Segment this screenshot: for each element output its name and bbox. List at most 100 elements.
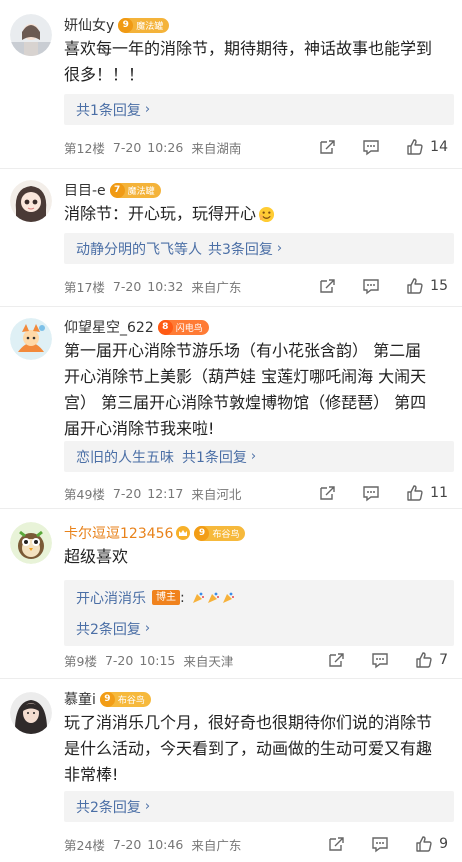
avatar[interactable]: [10, 180, 52, 222]
username[interactable]: 仰望星空_622: [64, 317, 154, 337]
comment-line: 非常棒!: [64, 765, 119, 784]
reply-users[interactable]: 动静分明的飞飞等人: [76, 239, 202, 259]
like-button[interactable]: 11: [406, 484, 448, 502]
reply-count[interactable]: 共2条回复: [76, 797, 141, 817]
badge-label: 魔法罐: [127, 186, 155, 197]
comment-icon[interactable]: [371, 835, 389, 853]
comment-line: 很多！！！: [64, 65, 145, 84]
emoji-row: [191, 591, 235, 605]
like-button[interactable]: 14: [406, 138, 448, 156]
like-count: 15: [430, 278, 448, 294]
fan-badge: 7 魔法罐: [109, 182, 161, 198]
floor-number: 第12楼: [64, 140, 105, 156]
chevron-right-icon: ›: [144, 621, 151, 636]
reply-count[interactable]: 共1条回复: [76, 100, 141, 120]
reply-box[interactable]: 恋旧的人生五味 共1条回复 ›: [64, 441, 454, 472]
comment-actions: 9: [327, 835, 448, 853]
comment-date: 7-20: [112, 836, 142, 852]
comment-icon[interactable]: [362, 138, 380, 156]
reply-users[interactable]: 恋旧的人生五味: [76, 447, 174, 467]
comment-header: 慕童i 9 布谷鸟: [64, 688, 151, 710]
share-icon[interactable]: [318, 138, 336, 156]
share-icon[interactable]: [327, 651, 345, 669]
badge-label: 布谷鸟: [117, 695, 145, 706]
comment-header: 仰望星空_622 8 闪电鸟: [64, 316, 209, 338]
divider: [0, 508, 462, 509]
username[interactable]: 妍仙女y: [64, 15, 114, 35]
comment-location: 来自广东: [191, 837, 242, 853]
boss-reply[interactable]: 开心消消乐 博主 :: [64, 582, 454, 613]
reply-box[interactable]: 动静分明的飞飞等人 共3条回复 ›: [64, 233, 454, 264]
reply-count[interactable]: 共3条回复: [208, 239, 273, 259]
comment-actions: 11: [318, 484, 448, 502]
username[interactable]: 卡尔逗逗123456: [64, 523, 173, 543]
badge-level: 9: [118, 17, 134, 33]
comment-line: 开心消除节上美影（葫芦娃 宝莲灯哪吒闹海 大闹天: [64, 367, 427, 386]
like-button[interactable]: 7: [415, 651, 448, 669]
comment-time: 10:46: [147, 836, 184, 852]
avatar[interactable]: [10, 14, 52, 56]
comment-item: 慕童i 9 布谷鸟 玩了消消乐几个月，很好奇也很期待你们说的消除节 是什么活动，今…: [0, 680, 462, 862]
chevron-right-icon: ›: [276, 241, 283, 256]
comment-icon[interactable]: [371, 651, 389, 669]
comment-text: 喜欢每一年的消除节，期待期待，神话故事也能学到 很多！！！: [64, 36, 454, 88]
comment-time: 10:26: [147, 139, 184, 155]
thumbs-up-icon: [407, 139, 423, 155]
comment-actions: 14: [318, 138, 448, 156]
colon-separator: :: [180, 589, 185, 606]
reply-count[interactable]: 共2条回复: [76, 619, 141, 639]
username[interactable]: 慕童i: [64, 689, 96, 709]
like-count: 7: [439, 652, 448, 668]
reply-summary[interactable]: 共1条回复 ›: [64, 94, 454, 125]
comment-meta: 第9楼 7-20 10:15 来自天津 7: [64, 650, 454, 670]
badge-label: 闪电鸟: [175, 323, 203, 334]
comment-item: 目目-e 7 魔法罐 消除节：开心玩，玩得开心 动静分明的飞飞等人 共3条回复 › …: [0, 170, 462, 310]
share-icon[interactable]: [318, 484, 336, 502]
like-button[interactable]: 15: [406, 277, 448, 295]
share-icon[interactable]: [318, 277, 336, 295]
reply-count[interactable]: 共1条回复: [182, 447, 247, 467]
comment-meta: 第49楼 7-20 12:17 来自河北 11: [64, 483, 454, 503]
like-count: 11: [430, 485, 448, 501]
username[interactable]: 目目-e: [64, 180, 106, 200]
chevron-right-icon: ›: [250, 449, 257, 464]
like-button[interactable]: 9: [415, 835, 448, 853]
reply-box[interactable]: 开心消消乐 博主 : 共2条回复 ›: [64, 580, 454, 646]
comment-line: 玩了消消乐几个月，很好奇也很期待你们说的消除节: [64, 713, 433, 732]
avatar[interactable]: [10, 522, 52, 564]
boss-name[interactable]: 开心消消乐: [76, 588, 146, 608]
comment-time: 10:15: [139, 652, 176, 668]
reply-summary[interactable]: 恋旧的人生五味 共1条回复 ›: [64, 441, 454, 472]
avatar[interactable]: [10, 318, 52, 360]
reply-box[interactable]: 共1条回复 ›: [64, 94, 454, 125]
divider: [0, 678, 462, 679]
reply-summary[interactable]: 动静分明的飞飞等人 共3条回复 ›: [64, 233, 454, 264]
comment-item: 仰望星空_622 8 闪电鸟 第一届开心消除节游乐场（有小花张含韵） 第二届 开心…: [0, 308, 462, 510]
comment-date: 7-20: [104, 652, 134, 668]
like-count: 9: [439, 836, 448, 852]
reply-box[interactable]: 共2条回复 ›: [64, 791, 454, 822]
party-emoji-icon: [192, 592, 204, 603]
comment-time: 10:32: [147, 278, 184, 294]
floor-number: 第9楼: [64, 653, 97, 669]
share-icon[interactable]: [327, 835, 345, 853]
floor-number: 第17楼: [64, 279, 105, 295]
avatar[interactable]: [10, 692, 52, 734]
reply-summary[interactable]: 共2条回复 ›: [64, 791, 454, 822]
comment-location: 来自河北: [191, 486, 242, 502]
comment-time: 12:17: [147, 485, 184, 501]
badge-level: 8: [157, 319, 173, 335]
fan-badge: 9 布谷鸟: [194, 525, 246, 541]
comment-icon[interactable]: [362, 277, 380, 295]
comment-icon[interactable]: [362, 484, 380, 502]
boss-tag: 博主: [152, 590, 180, 605]
comment-item: 卡尔逗逗123456 9布谷鸟 超级喜欢 开心消消乐 博主 : 共2条回复›: [0, 510, 462, 680]
chevron-right-icon: ›: [144, 799, 151, 814]
badge-level: 7: [109, 182, 125, 198]
reply-summary[interactable]: 共2条回复 ›: [64, 613, 454, 644]
party-emoji-icon: [222, 592, 234, 603]
comment-text: 消除节：开心玩，玩得开心: [64, 201, 454, 227]
like-count: 14: [430, 139, 448, 155]
fan-badge: 9 魔法罐: [118, 17, 170, 33]
chevron-right-icon: ›: [144, 102, 151, 117]
